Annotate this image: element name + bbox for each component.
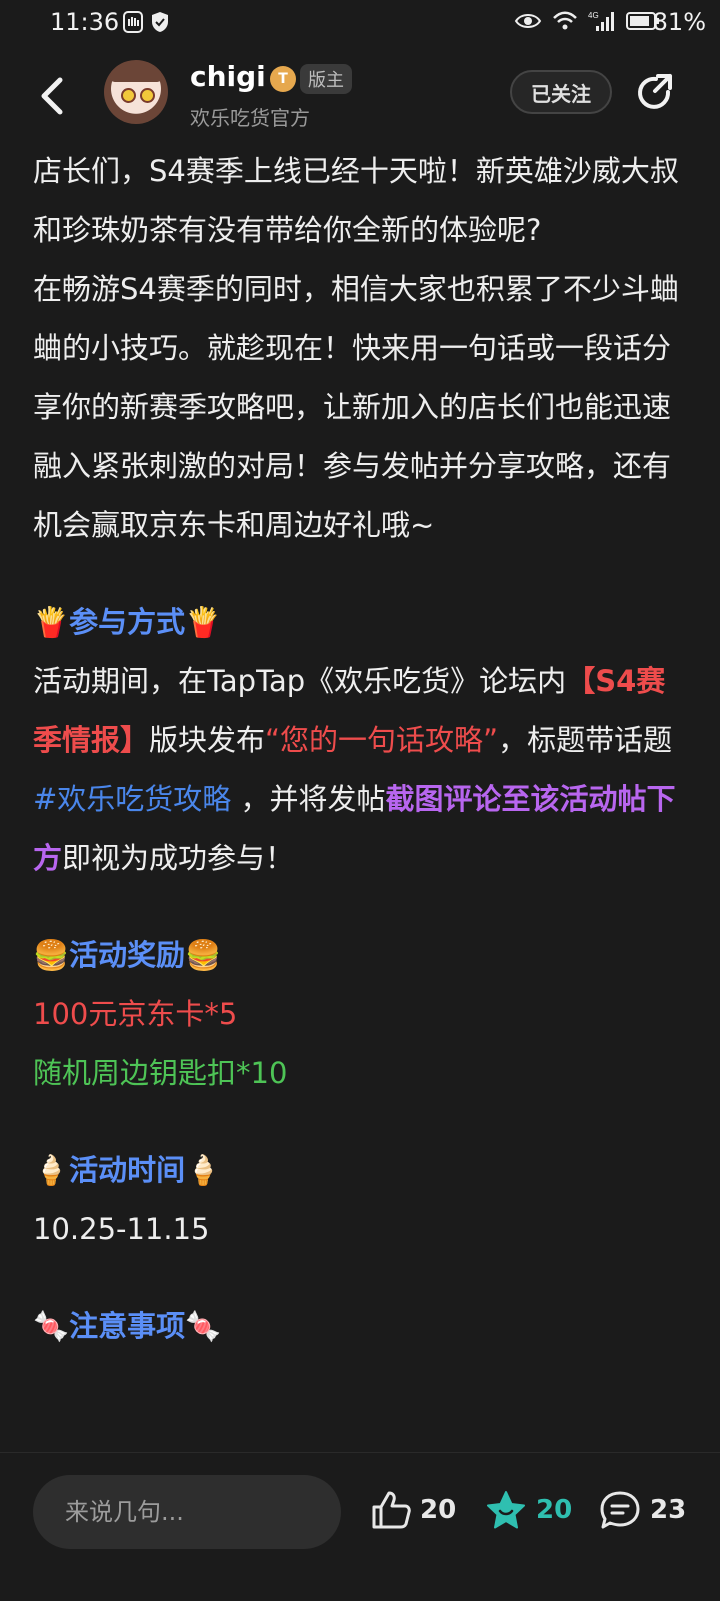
fries-emoji-icon: 🍟 [185, 605, 222, 639]
author-name[interactable]: chigi [190, 60, 266, 93]
share-icon [632, 70, 678, 116]
comment-bubble-icon [598, 1489, 642, 1531]
comments-button[interactable]: 23 [598, 1489, 686, 1531]
section-participate-heading: 🍟参与方式🍟 [33, 593, 693, 652]
comment-input[interactable]: 来说几句... [33, 1475, 341, 1549]
level-badge: T [270, 66, 296, 92]
status-right-icons: 4G [514, 10, 660, 32]
network-label: 4G [588, 11, 599, 20]
share-button[interactable] [632, 70, 678, 116]
avatar[interactable] [104, 60, 168, 124]
section-time-title: 活动时间 [69, 1153, 186, 1187]
star-icon [484, 1489, 528, 1531]
post-paragraph-intro: 店长们，S4赛季上线已经十天啦！新英雄沙威大叔和珍珠奶茶有没有带给你全新的体验呢… [33, 154, 679, 247]
section-participate-title: 参与方式 [69, 605, 186, 639]
section-time-heading: 🍦活动时间🍦 [33, 1141, 693, 1200]
post-paragraph-body: 在畅游S4赛季的同时，相信大家也积累了不少斗蛐蛐的小技巧。就趁现在！快来用一句话… [33, 272, 679, 542]
favorite-count: 20 [536, 1495, 573, 1525]
favorite-button[interactable]: 20 [484, 1489, 572, 1531]
follow-button[interactable]: 已关注 [510, 70, 612, 114]
back-button[interactable] [34, 70, 74, 122]
reward-item-keychain: 随机周边钥匙扣*10 [33, 1056, 288, 1090]
section-notes-title: 注意事项 [69, 1309, 186, 1343]
status-time: 11:36 [50, 8, 120, 36]
icecream-emoji-icon: 🍦 [185, 1153, 222, 1187]
role-badge: 版主 [300, 64, 352, 94]
eye-icon [514, 11, 542, 31]
comment-count: 23 [650, 1495, 687, 1525]
bottom-action-bar: 来说几句... 20 20 23 [0, 1452, 720, 1601]
post-header: chigi T 版主 欢乐吃货官方 已关注 [0, 52, 720, 142]
wifi-icon [552, 10, 578, 32]
status-left-icons [122, 10, 170, 34]
section-rewards-heading: 🍔活动奖励🍔 [33, 926, 693, 985]
post-content: 店长们，S4赛季上线已经十天啦！新英雄沙威大叔和珍珠奶茶有没有带给你全新的体验呢… [33, 142, 693, 1356]
section-rewards-title: 活动奖励 [69, 938, 186, 972]
participate-text: 活动期间，在TapTap《欢乐吃货》论坛内【S4赛季情报】版块发布“您的一句话攻… [33, 664, 676, 875]
like-count: 20 [420, 1495, 457, 1525]
candy-emoji-icon: 🍬 [185, 1309, 222, 1343]
like-button[interactable]: 20 [370, 1489, 456, 1531]
burger-emoji-icon: 🍔 [185, 938, 222, 972]
reward-item-jd-card: 100元京东卡*5 [33, 997, 238, 1031]
hashtag-link[interactable]: #欢乐吃货攻略 [33, 782, 231, 816]
status-bar: 11:36 4G 81% [0, 0, 720, 48]
shield-icon [150, 10, 170, 34]
battery-percent: 81% [652, 8, 706, 36]
burger-emoji-icon: 🍔 [33, 938, 70, 972]
candy-emoji-icon: 🍬 [33, 1309, 70, 1343]
post-title-quote: “您的一句话攻略” [265, 723, 499, 757]
event-date-range: 10.25-11.15 [33, 1212, 210, 1246]
fries-emoji-icon: 🍟 [33, 605, 70, 639]
hand-icon [122, 10, 144, 34]
chevron-left-icon [34, 70, 74, 122]
icecream-emoji-icon: 🍦 [33, 1153, 70, 1187]
section-notes-heading: 🍬注意事项🍬 [33, 1297, 693, 1356]
signal-icon: 4G [588, 10, 616, 32]
forum-name[interactable]: 欢乐吃货官方 [190, 102, 310, 131]
thumbs-up-icon [370, 1489, 412, 1531]
